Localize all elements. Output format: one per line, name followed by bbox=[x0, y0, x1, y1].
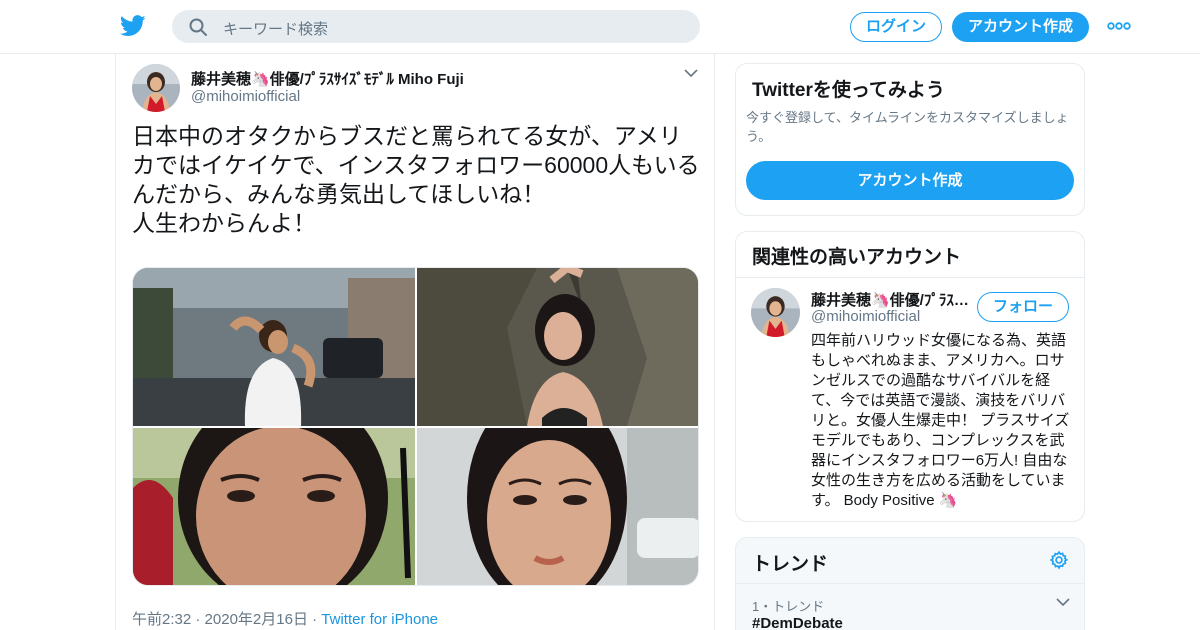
author-handle[interactable]: @mihoimiofficial bbox=[191, 88, 300, 105]
trend-item[interactable]: #DemDebate bbox=[752, 615, 843, 630]
chevron-down-icon[interactable] bbox=[684, 68, 698, 78]
signup-card-title: Twitterを使ってみよう bbox=[752, 80, 945, 101]
tweet-time[interactable]: 午前2:32 bbox=[132, 611, 191, 628]
top-bar: キーワード検索 ログイン アカウント作成 bbox=[0, 0, 1200, 54]
search-bar[interactable]: キーワード検索 bbox=[172, 10, 700, 43]
photo-3[interactable] bbox=[133, 428, 415, 585]
photo-grid bbox=[132, 267, 699, 586]
chevron-down-icon[interactable] bbox=[1056, 598, 1070, 607]
signup-card-button[interactable]: アカウント作成 bbox=[746, 161, 1074, 200]
signup-card-description: 今すぐ登録して、タイムラインをカスタマイズしましょう。 bbox=[746, 110, 1069, 144]
related-account-name[interactable]: 藤井美穂🦄俳優/ﾌﾟﾗｽｻｲｽﾞﾓﾃﾞﾙ Miho Fuji bbox=[811, 289, 971, 310]
follow-button[interactable]: フォロー bbox=[977, 292, 1069, 322]
separator: · bbox=[312, 611, 318, 628]
gear-icon[interactable] bbox=[1049, 550, 1069, 570]
divider bbox=[736, 277, 1084, 278]
search-input[interactable]: キーワード検索 bbox=[223, 18, 328, 39]
author-name[interactable]: 藤井美穂🦄俳優/ﾌﾟﾗｽｻｲｽﾞﾓﾃﾞﾙ Miho Fuji bbox=[191, 68, 464, 89]
search-icon bbox=[189, 18, 207, 36]
avatar[interactable] bbox=[751, 288, 800, 337]
tweet-timestamp: 午前2:32 · 2020年2月16日 · Twitter for iPhone bbox=[132, 608, 438, 629]
photo-1[interactable] bbox=[133, 268, 415, 426]
trends-card: トレンド 1・トレンド #DemDebate bbox=[735, 537, 1085, 630]
trend-meta: 1・トレンド bbox=[752, 599, 825, 614]
tweet-text-line: 日本中のオタクからブスだと罵られてる女が、アメリカではイケイケで、インスタフォロ… bbox=[132, 123, 700, 207]
more-dots-icon[interactable] bbox=[1106, 18, 1132, 34]
signup-card: Twitterを使ってみよう 今すぐ登録して、タイムラインをカスタマイズしましょ… bbox=[735, 63, 1085, 216]
tweet-detail: 藤井美穂🦄俳優/ﾌﾟﾗｽｻｲｽﾞﾓﾃﾞﾙ Miho Fuji @mihoimio… bbox=[115, 54, 715, 630]
related-account-bio: 四年前ハリウッド女優になる為、英語もしゃべれぬまま、アメリカへ。ロサンゼルスでの… bbox=[811, 332, 1070, 509]
related-accounts-card: 関連性の高いアカウント 藤井美穂🦄俳優/ﾌﾟﾗｽｻｲｽﾞﾓﾃﾞﾙ Miho Fu… bbox=[735, 231, 1085, 522]
divider bbox=[736, 583, 1084, 584]
photo-2[interactable] bbox=[417, 268, 698, 426]
photo-4[interactable] bbox=[417, 428, 698, 585]
tweet-text: 日本中のオタクからブスだと罵られてる女が、アメリカではイケイケで、インスタフォロ… bbox=[132, 122, 702, 238]
tweet-date[interactable]: 2020年2月16日 bbox=[205, 611, 308, 628]
tweet-text-line: 人生わからんよ！ bbox=[132, 210, 316, 236]
related-accounts-title: 関連性の高いアカウント bbox=[752, 247, 962, 268]
separator: · bbox=[195, 611, 201, 628]
trends-title: トレンド bbox=[752, 554, 829, 575]
avatar[interactable] bbox=[132, 64, 180, 112]
twitter-bird-icon[interactable] bbox=[120, 14, 146, 38]
related-account-handle[interactable]: @mihoimiofficial bbox=[811, 308, 920, 325]
login-button[interactable]: ログイン bbox=[850, 12, 942, 42]
tweet-source-link[interactable]: Twitter for iPhone bbox=[321, 611, 438, 628]
signup-button[interactable]: アカウント作成 bbox=[952, 12, 1089, 42]
